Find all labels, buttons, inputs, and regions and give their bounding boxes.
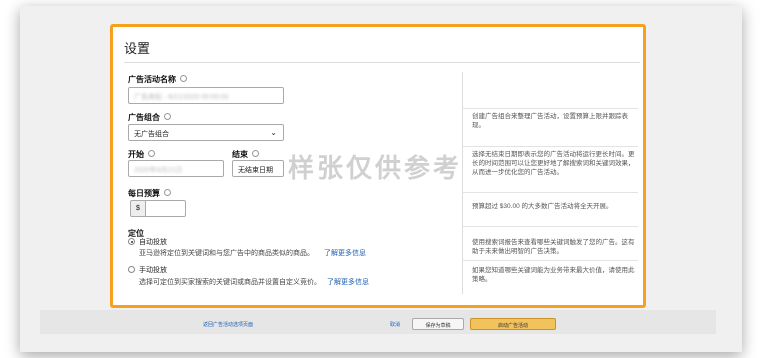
help-row-divider	[462, 260, 638, 261]
ad-group-help: 创建广告组合来整理广告活动，设置预算上限并跟踪表现。	[472, 113, 628, 129]
daily-budget-help: 预算超过 $30.00 的大多数广告活动将全天开展。	[472, 203, 613, 210]
auto-learn-more-link[interactable]: 了解更多信息	[324, 250, 366, 257]
info-icon[interactable]	[252, 150, 259, 158]
chevron-down-icon: ⌄	[270, 128, 277, 137]
manual-targeting-help: 如果您知道哪些关键词能为业务带来最大价值，请使用此策略。	[472, 267, 635, 283]
back-to-options-link[interactable]: 返回广告活动选项页面	[203, 321, 253, 328]
campaign-name-label: 广告活动名称	[128, 74, 187, 85]
footer-bar	[40, 310, 716, 334]
help-row-divider	[462, 192, 638, 193]
end-label: 结束	[232, 149, 259, 160]
auto-targeting-desc: 亚马逊将定位到关键词和与您广告中的商品类似的商品。 了解更多信息	[139, 250, 366, 257]
cancel-link[interactable]: 取消	[390, 321, 400, 328]
manual-targeting-radio[interactable]	[128, 266, 135, 273]
start-date-input[interactable]: 2020年6月21日	[128, 160, 224, 177]
manual-targeting-label[interactable]: 手动投放	[139, 265, 167, 275]
start-label: 开始	[128, 149, 155, 160]
campaign-name-input[interactable]: 广告商标 - 6/21/2020 00:00:00	[128, 87, 284, 104]
save-draft-button[interactable]: 保存为草稿	[412, 318, 464, 330]
end-date-input[interactable]: 无结束日期	[232, 160, 284, 177]
info-icon[interactable]	[164, 189, 171, 197]
info-icon[interactable]	[164, 113, 171, 121]
auto-targeting-label[interactable]: 自动投放	[139, 237, 167, 247]
auto-targeting-help: 使用搜索词报告来查看哪些关键词触发了您的广告。这有助于未来做出明智的广告决策。	[472, 239, 635, 255]
sample-watermark: 样张仅供参考	[288, 154, 463, 184]
ad-group-select[interactable]: 无广告组合 ⌄	[128, 124, 284, 141]
end-help: 选择无结束日期即表示您的广告活动将运行更长时间。更长的时间范围可以让您更好地了解…	[472, 151, 635, 176]
auto-targeting-radio[interactable]	[128, 238, 135, 245]
manual-learn-more-link[interactable]: 了解更多信息	[327, 279, 369, 286]
title-divider	[124, 62, 640, 63]
ad-group-label: 广告组合	[128, 112, 171, 123]
info-icon[interactable]	[148, 150, 155, 158]
panel-title: 设置	[124, 41, 151, 56]
launch-campaign-button[interactable]: 启动广告活动	[470, 318, 556, 330]
help-row-divider	[462, 108, 638, 109]
daily-budget-label: 每日预算	[128, 188, 171, 199]
daily-budget-input[interactable]	[146, 200, 186, 217]
info-icon[interactable]	[180, 75, 187, 83]
help-row-divider	[462, 146, 638, 147]
help-row-divider	[462, 226, 638, 227]
manual-targeting-desc: 选择可定位到买家搜索的关键词或商品并设置自定义竞价。 了解更多信息	[139, 279, 369, 286]
currency-prefix: $	[130, 200, 146, 217]
